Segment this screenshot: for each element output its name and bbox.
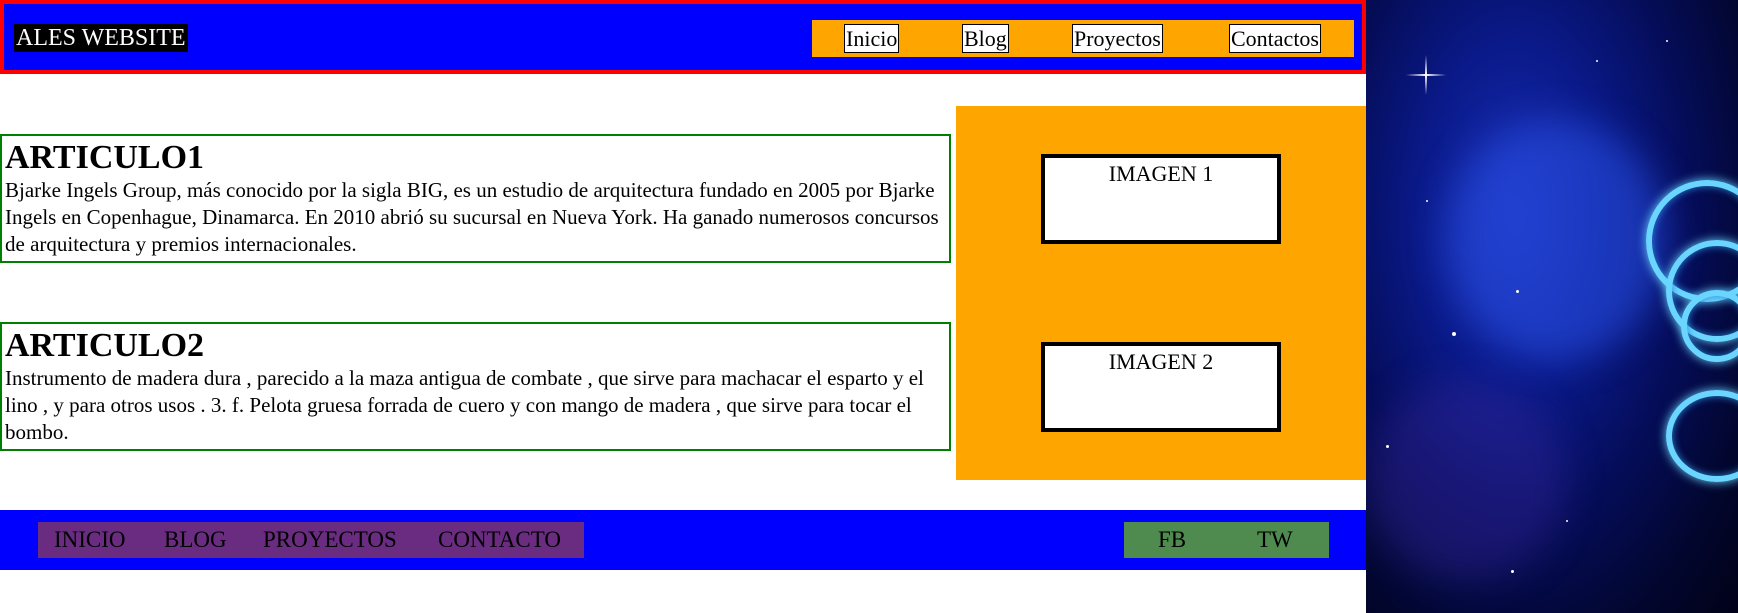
- article-2-title: ARTICULO2: [5, 327, 205, 364]
- article-1-title: ARTICULO1: [5, 139, 205, 176]
- footer-link-proyectos[interactable]: PROYECTOS: [263, 525, 397, 555]
- article-2: ARTICULO2 Instrumento de madera dura , p…: [0, 322, 951, 451]
- footer-link-contacto[interactable]: CONTACTO: [438, 525, 561, 555]
- star-icon: [1406, 55, 1446, 95]
- nav-link-proyectos[interactable]: Proyectos: [1072, 24, 1163, 53]
- footer-link-inicio[interactable]: INICIO: [54, 525, 126, 555]
- footer-link-blog[interactable]: BLOG: [164, 525, 227, 555]
- nav-link-blog[interactable]: Blog: [962, 24, 1009, 53]
- footer-menu: INICIO BLOG PROYECTOS CONTACTO: [38, 522, 584, 558]
- aside-panel: IMAGEN 1 IMAGEN 2: [956, 106, 1366, 480]
- nav-link-contactos[interactable]: Contactos: [1229, 24, 1321, 53]
- article-2-body: Instrumento de madera dura , parecido a …: [5, 366, 924, 444]
- site-footer: INICIO BLOG PROYECTOS CONTACTO FB TW: [0, 510, 1366, 570]
- image-placeholder-2: IMAGEN 2: [1041, 342, 1281, 432]
- facebook-link[interactable]: FB: [1158, 525, 1186, 555]
- social-links: FB TW: [1124, 522, 1329, 558]
- article-1-body: Bjarke Ingels Group, más conocido por la…: [5, 178, 939, 256]
- nav-link-inicio[interactable]: Inicio: [844, 24, 900, 53]
- page: ALES WEBSITE Inicio Blog Proyectos Conta…: [0, 0, 1366, 613]
- image-placeholder-1: IMAGEN 1: [1041, 154, 1281, 244]
- twitter-link[interactable]: TW: [1257, 525, 1293, 555]
- site-header: ALES WEBSITE Inicio Blog Proyectos Conta…: [0, 0, 1366, 74]
- site-title: ALES WEBSITE: [14, 24, 188, 52]
- article-1: ARTICULO1 Bjarke Ingels Group, más conoc…: [0, 134, 951, 263]
- space-background-image: [1366, 0, 1738, 613]
- main-nav: Inicio Blog Proyectos Contactos: [812, 20, 1354, 57]
